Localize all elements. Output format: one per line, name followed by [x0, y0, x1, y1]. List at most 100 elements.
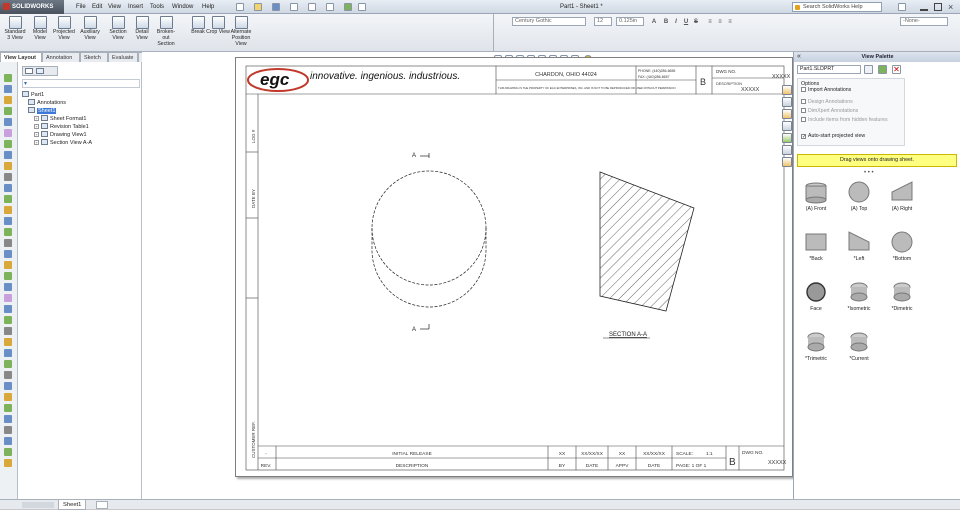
sketch-tool-icon[interactable] [4, 338, 12, 346]
palette-view--back[interactable]: *Back [796, 230, 836, 274]
model-view-button[interactable]: Model View [28, 16, 52, 42]
tab-view-layout[interactable]: View Layout [0, 52, 42, 62]
sketch-tool-icon[interactable] [4, 217, 12, 225]
palette-view--isometric[interactable]: *Isometric [839, 280, 879, 324]
print-icon[interactable] [290, 3, 298, 11]
projected-view-button[interactable]: Projected View [52, 16, 76, 42]
collapse-pane-icon[interactable]: « [797, 53, 801, 61]
sketch-tool-icon[interactable] [4, 151, 12, 159]
sketch-tool-icon[interactable] [4, 360, 12, 368]
option-import-annotations[interactable]: Import Annotations [801, 87, 851, 93]
options-icon[interactable] [358, 3, 366, 11]
palette-view--a-front[interactable]: (A) Front [796, 180, 836, 224]
expand-icon[interactable]: + [34, 140, 39, 145]
font-size-select[interactable]: 12 [594, 17, 612, 26]
auxiliary-view-button[interactable]: Auxiliary View [78, 16, 102, 42]
save-icon[interactable] [272, 3, 280, 11]
open-document-icon[interactable] [254, 3, 262, 11]
underline-icon[interactable]: U [682, 18, 690, 26]
help-icon[interactable] [898, 3, 906, 11]
sketch-tool-icon[interactable] [4, 272, 12, 280]
section-view-button[interactable]: Section View [106, 16, 130, 42]
minimize-icon[interactable] [920, 3, 928, 11]
app-logo[interactable]: SOLIDWORKS [0, 0, 64, 14]
detail-view-button[interactable]: Detail View [130, 16, 154, 42]
sketch-tool-icon[interactable] [4, 129, 12, 137]
sketch-tool-icon[interactable] [4, 349, 12, 357]
palette-view--a-top[interactable]: (A) Top [839, 180, 879, 224]
part-selector[interactable]: Part1.SLDPRT [797, 65, 861, 74]
grip-icon[interactable]: • • • [864, 170, 874, 176]
section-view-a-a[interactable] [599, 171, 695, 312]
sketch-tool-icon[interactable] [4, 140, 12, 148]
sketch-tool-icon[interactable] [4, 283, 12, 291]
sketch-tool-icon[interactable] [4, 85, 12, 93]
option-auto-start-projected-view[interactable]: ✓ Auto-start projected view [801, 133, 865, 140]
menu-window[interactable]: Window [172, 0, 193, 14]
sketch-tool-icon[interactable] [4, 228, 12, 236]
sheet-scroll-arrows[interactable] [22, 502, 54, 508]
sketch-tool-icon[interactable] [4, 261, 12, 269]
sketch-tool-icon[interactable] [4, 173, 12, 181]
palette-view--dimetric[interactable]: *Dimetric [882, 280, 922, 324]
tree-node-sheet-format1[interactable]: + Sheet Format1 [22, 115, 140, 123]
checkbox[interactable]: ✓ [801, 134, 806, 140]
menu-tools[interactable]: Tools [150, 0, 164, 14]
sketch-tool-icon[interactable] [4, 437, 12, 445]
tree-node-revision-table1[interactable]: + Revision Table1 [22, 123, 140, 131]
maximize-icon[interactable] [934, 3, 942, 11]
sketch-tool-icon[interactable] [4, 448, 12, 456]
sketch-tool-icon[interactable] [4, 459, 12, 467]
align-left-icon[interactable]: ≡ [706, 18, 714, 26]
view-palette-icon[interactable] [782, 133, 792, 143]
tree-root[interactable]: Part1 [22, 91, 140, 99]
sketch-tool-icon[interactable] [4, 250, 12, 258]
sketch-tool-icon[interactable] [4, 184, 12, 192]
sketch-tool-icon[interactable] [4, 239, 12, 247]
tree-node-drawing-view1[interactable]: + Drawing View1 [22, 131, 140, 139]
close-icon[interactable]: × [948, 1, 953, 13]
sketch-tool-icon[interactable] [4, 327, 12, 335]
appearances-icon[interactable] [782, 145, 792, 155]
palette-view--left[interactable]: *Left [839, 230, 879, 274]
tree-filter-input[interactable]: ▾ [22, 79, 140, 88]
strikethrough-icon[interactable]: S [692, 18, 700, 26]
palette-view-face[interactable]: Face [796, 280, 836, 324]
menu-insert[interactable]: Insert [128, 0, 143, 14]
align-center-icon[interactable]: ≡ [716, 18, 724, 26]
refresh-icon[interactable] [878, 65, 887, 74]
sketch-tool-icon[interactable] [4, 393, 12, 401]
sketch-tool-icon[interactable] [4, 404, 12, 412]
drawing-sheet[interactable]: egc innovative. ingenious. industrious. … [235, 57, 793, 477]
sketch-tool-icon[interactable] [4, 305, 12, 313]
sketch-tool-icon[interactable] [4, 294, 12, 302]
sketch-tool-icon[interactable] [4, 382, 12, 390]
palette-view--a-right[interactable]: (A) Right [882, 180, 922, 224]
browse-button[interactable] [864, 65, 873, 74]
property-manager-icon[interactable] [36, 68, 44, 74]
tree-node-sheet1[interactable]: Sheet1 [22, 107, 140, 115]
menu-file[interactable]: File [76, 0, 86, 14]
menu-view[interactable]: View [108, 0, 121, 14]
feature-tree-icon[interactable] [25, 68, 33, 74]
expand-icon[interactable]: + [34, 132, 39, 137]
help-search-input[interactable]: Search SolidWorks Help [792, 2, 882, 12]
sketch-tool-icon[interactable] [4, 74, 12, 82]
select-icon[interactable] [326, 3, 334, 11]
add-sheet-icon[interactable] [96, 501, 108, 509]
expand-icon[interactable]: + [34, 116, 39, 121]
checkbox[interactable] [801, 87, 806, 92]
new-document-icon[interactable] [236, 3, 244, 11]
sketch-tool-icon[interactable] [4, 107, 12, 115]
sketch-tool-icon[interactable] [4, 415, 12, 423]
font-name-select[interactable]: Century Gothic [512, 17, 586, 26]
tree-node-section-view-a-a[interactable]: + Section View A-A [22, 139, 140, 147]
custom-properties-icon[interactable] [782, 157, 792, 167]
palette-view--current[interactable]: *Current [839, 330, 879, 374]
font-scale-icon[interactable]: A [650, 18, 658, 26]
sketch-tool-icon[interactable] [4, 162, 12, 170]
undo-icon[interactable] [308, 3, 316, 11]
sketch-tool-icon[interactable] [4, 96, 12, 104]
file-explorer-icon[interactable] [782, 109, 792, 119]
tree-node-annotations[interactable]: Annotations [22, 99, 140, 107]
